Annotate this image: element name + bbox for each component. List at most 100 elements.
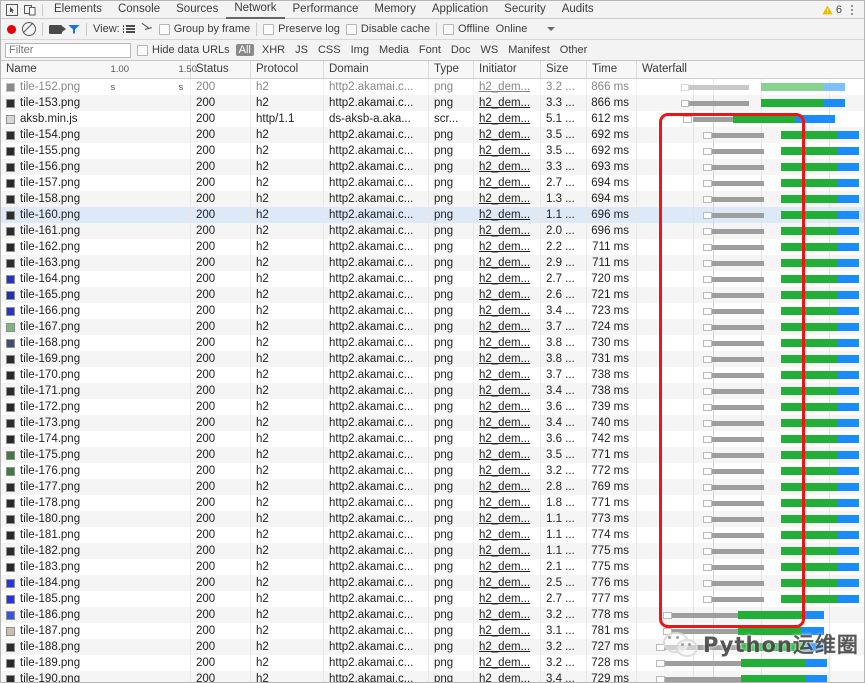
initiator-link[interactable]: h2_dem... (479, 385, 530, 397)
row-name[interactable]: tile-183.png (20, 559, 80, 575)
initiator-link[interactable]: h2_dem... (479, 225, 530, 237)
list-view-icon[interactable] (122, 25, 135, 33)
table-row[interactable]: tile-173.png 200 h2 http2.akamai.c... png h2_… (1, 415, 864, 431)
table-row[interactable]: tile-170.png 200 h2 http2.akamai.c... png h2_… (1, 367, 864, 383)
waterfall-bar[interactable] (637, 111, 864, 127)
row-name[interactable]: tile-181.png (20, 527, 80, 543)
table-row[interactable]: tile-154.png 200 h2 http2.akamai.c... png h2_… (1, 127, 864, 143)
column-header-initiator[interactable]: Initiator (474, 61, 541, 78)
waterfall-bar[interactable] (637, 351, 864, 367)
row-name[interactable]: tile-178.png (20, 495, 80, 511)
column-header-protocol[interactable]: Protocol (251, 61, 324, 78)
initiator-link[interactable]: h2_dem... (479, 673, 530, 682)
tab-console[interactable]: Console (110, 1, 168, 18)
tab-elements[interactable]: Elements (46, 1, 110, 18)
row-name[interactable]: tile-161.png (20, 223, 80, 239)
row-name[interactable]: tile-182.png (20, 543, 80, 559)
row-name[interactable]: tile-188.png (20, 639, 80, 655)
inspect-element-icon[interactable] (3, 2, 21, 18)
initiator-link[interactable]: h2_dem... (479, 417, 530, 429)
table-row[interactable]: tile-164.png 200 h2 http2.akamai.c... png h2_… (1, 271, 864, 287)
waterfall-bar[interactable] (637, 143, 864, 159)
preserve-log-toggle[interactable]: Preserve log (263, 23, 340, 35)
initiator-link[interactable]: h2_dem... (479, 193, 530, 205)
waterfall-bar[interactable] (637, 559, 864, 575)
waterfall-bar[interactable] (637, 591, 864, 607)
type-filter-all[interactable]: All (235, 44, 254, 56)
initiator-link[interactable]: h2_dem... (479, 433, 530, 445)
row-name[interactable]: tile-184.png (20, 575, 80, 591)
table-row[interactable]: tile-155.png 200 h2 http2.akamai.c... png h2_… (1, 143, 864, 159)
type-filter-manifest[interactable]: Manifest (506, 44, 552, 56)
waterfall-bar[interactable] (637, 623, 864, 639)
table-row[interactable]: tile-180.png 200 h2 http2.akamai.c... png h2_… (1, 511, 864, 527)
initiator-link[interactable]: h2_dem... (479, 337, 530, 349)
initiator-link[interactable]: h2_dem... (479, 177, 530, 189)
initiator-link[interactable]: h2_dem... (479, 81, 530, 93)
waterfall-bar[interactable] (637, 399, 864, 415)
row-name[interactable]: tile-187.png (20, 623, 80, 639)
initiator-link[interactable]: h2_dem... (479, 321, 530, 333)
table-row[interactable]: tile-169.png 200 h2 http2.akamai.c... png h2_… (1, 351, 864, 367)
disable-cache-toggle[interactable]: Disable cache (345, 23, 430, 35)
row-name[interactable]: tile-157.png (20, 175, 80, 191)
table-row[interactable]: tile-165.png 200 h2 http2.akamai.c... png h2_… (1, 287, 864, 303)
initiator-link[interactable]: h2_dem... (479, 257, 530, 269)
waterfall-bar[interactable] (637, 191, 864, 207)
offline-checkbox[interactable] (442, 23, 454, 35)
row-name[interactable]: tile-152.png (20, 79, 80, 95)
column-header-waterfall[interactable]: Waterfall (637, 61, 864, 78)
initiator-link[interactable]: h2_dem... (479, 129, 530, 141)
initiator-link[interactable]: h2_dem... (479, 145, 530, 157)
row-name[interactable]: tile-170.png (20, 367, 80, 383)
hide-data-urls-checkbox[interactable] (137, 44, 148, 56)
initiator-link[interactable]: h2_dem... (479, 641, 530, 653)
waterfall-bar[interactable] (637, 95, 864, 111)
type-filter-ws[interactable]: WS (478, 44, 500, 56)
waterfall-bar[interactable] (637, 527, 864, 543)
row-name[interactable]: tile-172.png (20, 399, 80, 415)
table-row[interactable]: tile-178.png 200 h2 http2.akamai.c... png h2_… (1, 495, 864, 511)
waterfall-bar[interactable] (637, 511, 864, 527)
waterfall-view-icon[interactable] (141, 24, 153, 34)
hide-data-urls-toggle[interactable]: Hide data URLs (137, 44, 230, 56)
initiator-link[interactable]: h2_dem... (479, 97, 530, 109)
row-name[interactable]: tile-155.png (20, 143, 80, 159)
waterfall-bar[interactable] (637, 207, 864, 223)
row-name[interactable]: tile-158.png (20, 191, 80, 207)
waterfall-bar[interactable] (637, 159, 864, 175)
initiator-link[interactable]: h2_dem... (479, 593, 530, 605)
row-name[interactable]: tile-177.png (20, 479, 80, 495)
table-row[interactable]: tile-171.png 200 h2 http2.akamai.c... png h2_… (1, 383, 864, 399)
table-row[interactable]: tile-186.png 200 h2 http2.akamai.c... png h2_… (1, 607, 864, 623)
table-row[interactable]: tile-182.png 200 h2 http2.akamai.c... png h2_… (1, 543, 864, 559)
initiator-link[interactable]: h2_dem... (479, 513, 530, 525)
initiator-link[interactable]: h2_dem... (479, 241, 530, 253)
waterfall-bar[interactable] (637, 639, 864, 655)
table-row[interactable]: tile-175.png 200 h2 http2.akamai.c... png h2_… (1, 447, 864, 463)
row-name[interactable]: tile-180.png (20, 511, 80, 527)
table-row[interactable]: tile-187.png 200 h2 http2.akamai.c... png h2_… (1, 623, 864, 639)
initiator-link[interactable]: h2_dem... (479, 449, 530, 461)
waterfall-bar[interactable] (637, 239, 864, 255)
waterfall-bar[interactable] (637, 655, 864, 671)
row-name[interactable]: tile-166.png (20, 303, 80, 319)
waterfall-bar[interactable] (637, 175, 864, 191)
initiator-link[interactable]: h2_dem... (479, 273, 530, 285)
waterfall-bar[interactable] (637, 671, 864, 682)
waterfall-bar[interactable] (637, 479, 864, 495)
table-row[interactable]: tile-152.png 200 h2 http2.akamai.c... png h2_… (1, 79, 864, 95)
column-header-domain[interactable]: Domain (324, 61, 429, 78)
preserve-log-checkbox[interactable] (263, 23, 275, 35)
row-name[interactable]: tile-168.png (20, 335, 80, 351)
row-name[interactable]: tile-160.png (20, 207, 80, 223)
table-row[interactable]: tile-157.png 200 h2 http2.akamai.c... png h2_… (1, 175, 864, 191)
table-row[interactable]: tile-174.png 200 h2 http2.akamai.c... png h2_… (1, 431, 864, 447)
group-by-frame-checkbox[interactable] (158, 23, 170, 35)
row-name[interactable]: tile-171.png (20, 383, 80, 399)
initiator-link[interactable]: h2_dem... (479, 577, 530, 589)
table-row[interactable]: tile-190.png 200 h2 http2.akamai.c... png h2_… (1, 671, 864, 682)
row-name[interactable]: tile-162.png (20, 239, 80, 255)
column-header-status[interactable]: Status (191, 61, 251, 78)
waterfall-bar[interactable] (637, 367, 864, 383)
